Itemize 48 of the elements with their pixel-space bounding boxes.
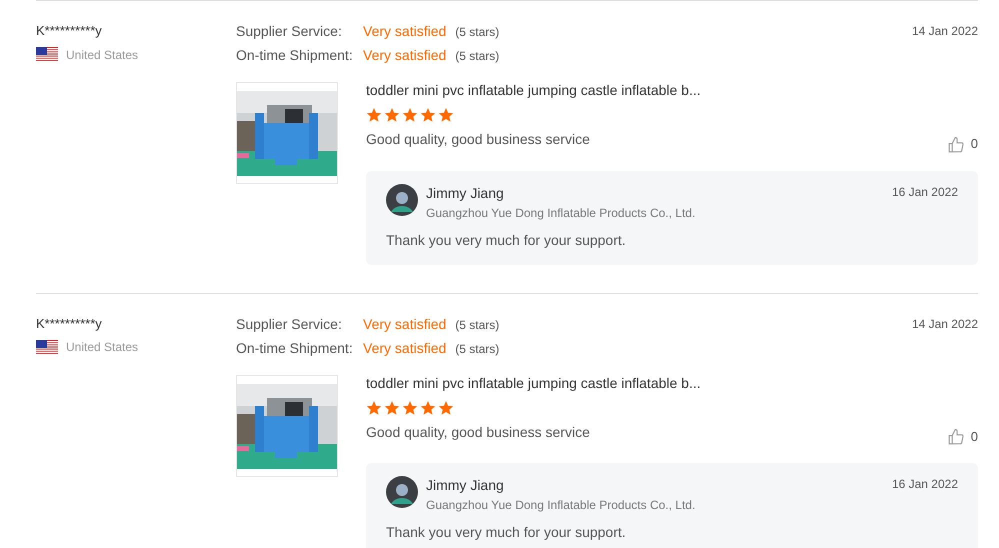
rating-label: Supplier Service: bbox=[236, 22, 343, 41]
star-icon bbox=[402, 107, 418, 123]
thumbs-up-icon[interactable] bbox=[946, 428, 965, 446]
rating-value: Very satisfied bbox=[363, 22, 446, 41]
rating-note: (5 stars) bbox=[455, 340, 500, 358]
reply-date: 16 Jan 2022 bbox=[892, 476, 958, 493]
reply-date: 16 Jan 2022 bbox=[892, 184, 958, 200]
flag-icon bbox=[36, 340, 58, 354]
star-icon bbox=[420, 400, 436, 416]
star-icon bbox=[438, 400, 454, 416]
product-title[interactable]: toddler mini pvc inflatable jumping castle inflatable b... bbox=[366, 80, 947, 101]
review-date: 14 Jan 2022 bbox=[912, 316, 978, 332]
reply-text: Thank you very much for your support. bbox=[386, 523, 627, 542]
review-comment: Good quality, good business service bbox=[366, 130, 591, 149]
star-icon bbox=[366, 107, 382, 123]
rating-label: On-time Shipment: bbox=[236, 338, 354, 358]
reviewer-country: United States bbox=[66, 46, 138, 64]
rating-label: Supplier Service: bbox=[236, 314, 343, 334]
review-comment: Good quality, good business service bbox=[366, 422, 591, 442]
avatar bbox=[386, 184, 418, 216]
flag-icon bbox=[36, 47, 58, 62]
reply-text: Thank you very much for your support. bbox=[386, 230, 627, 250]
star-icon bbox=[384, 400, 400, 416]
thumbs-up-icon[interactable] bbox=[946, 136, 965, 154]
like-count: 0 bbox=[970, 135, 978, 153]
replier-name: Jimmy Jiang bbox=[426, 476, 505, 495]
reviewer-name: K**********y bbox=[36, 22, 103, 40]
rating-value: Very satisfied bbox=[363, 46, 446, 65]
star-icon bbox=[420, 107, 436, 123]
rating-value: Very satisfied bbox=[363, 338, 446, 358]
reviewer-name: K**********y bbox=[36, 314, 103, 333]
replier-name: Jimmy Jiang bbox=[426, 184, 505, 203]
product-title[interactable]: toddler mini pvc inflatable jumping castle inflatable b... bbox=[366, 372, 947, 394]
star-icon bbox=[438, 107, 454, 123]
rating-note: (5 stars) bbox=[455, 24, 500, 41]
review-date: 14 Jan 2022 bbox=[912, 23, 978, 40]
like-count: 0 bbox=[970, 428, 978, 446]
star-icon bbox=[402, 400, 418, 416]
rating-value: Very satisfied bbox=[363, 314, 446, 334]
replier-company: Guangzhou Yue Dong Inflatable Products Co., Ltd. bbox=[426, 204, 696, 222]
replier-company: Guangzhou Yue Dong Inflatable Products Co., Ltd. bbox=[426, 497, 696, 514]
star-icon bbox=[366, 400, 382, 416]
star-icon bbox=[384, 107, 400, 123]
avatar bbox=[386, 476, 418, 508]
rating-label: On-time Shipment: bbox=[236, 46, 354, 65]
reviewer-country: United States bbox=[66, 339, 138, 356]
rating-note: (5 stars) bbox=[455, 48, 500, 65]
rating-note: (5 stars) bbox=[455, 316, 500, 334]
